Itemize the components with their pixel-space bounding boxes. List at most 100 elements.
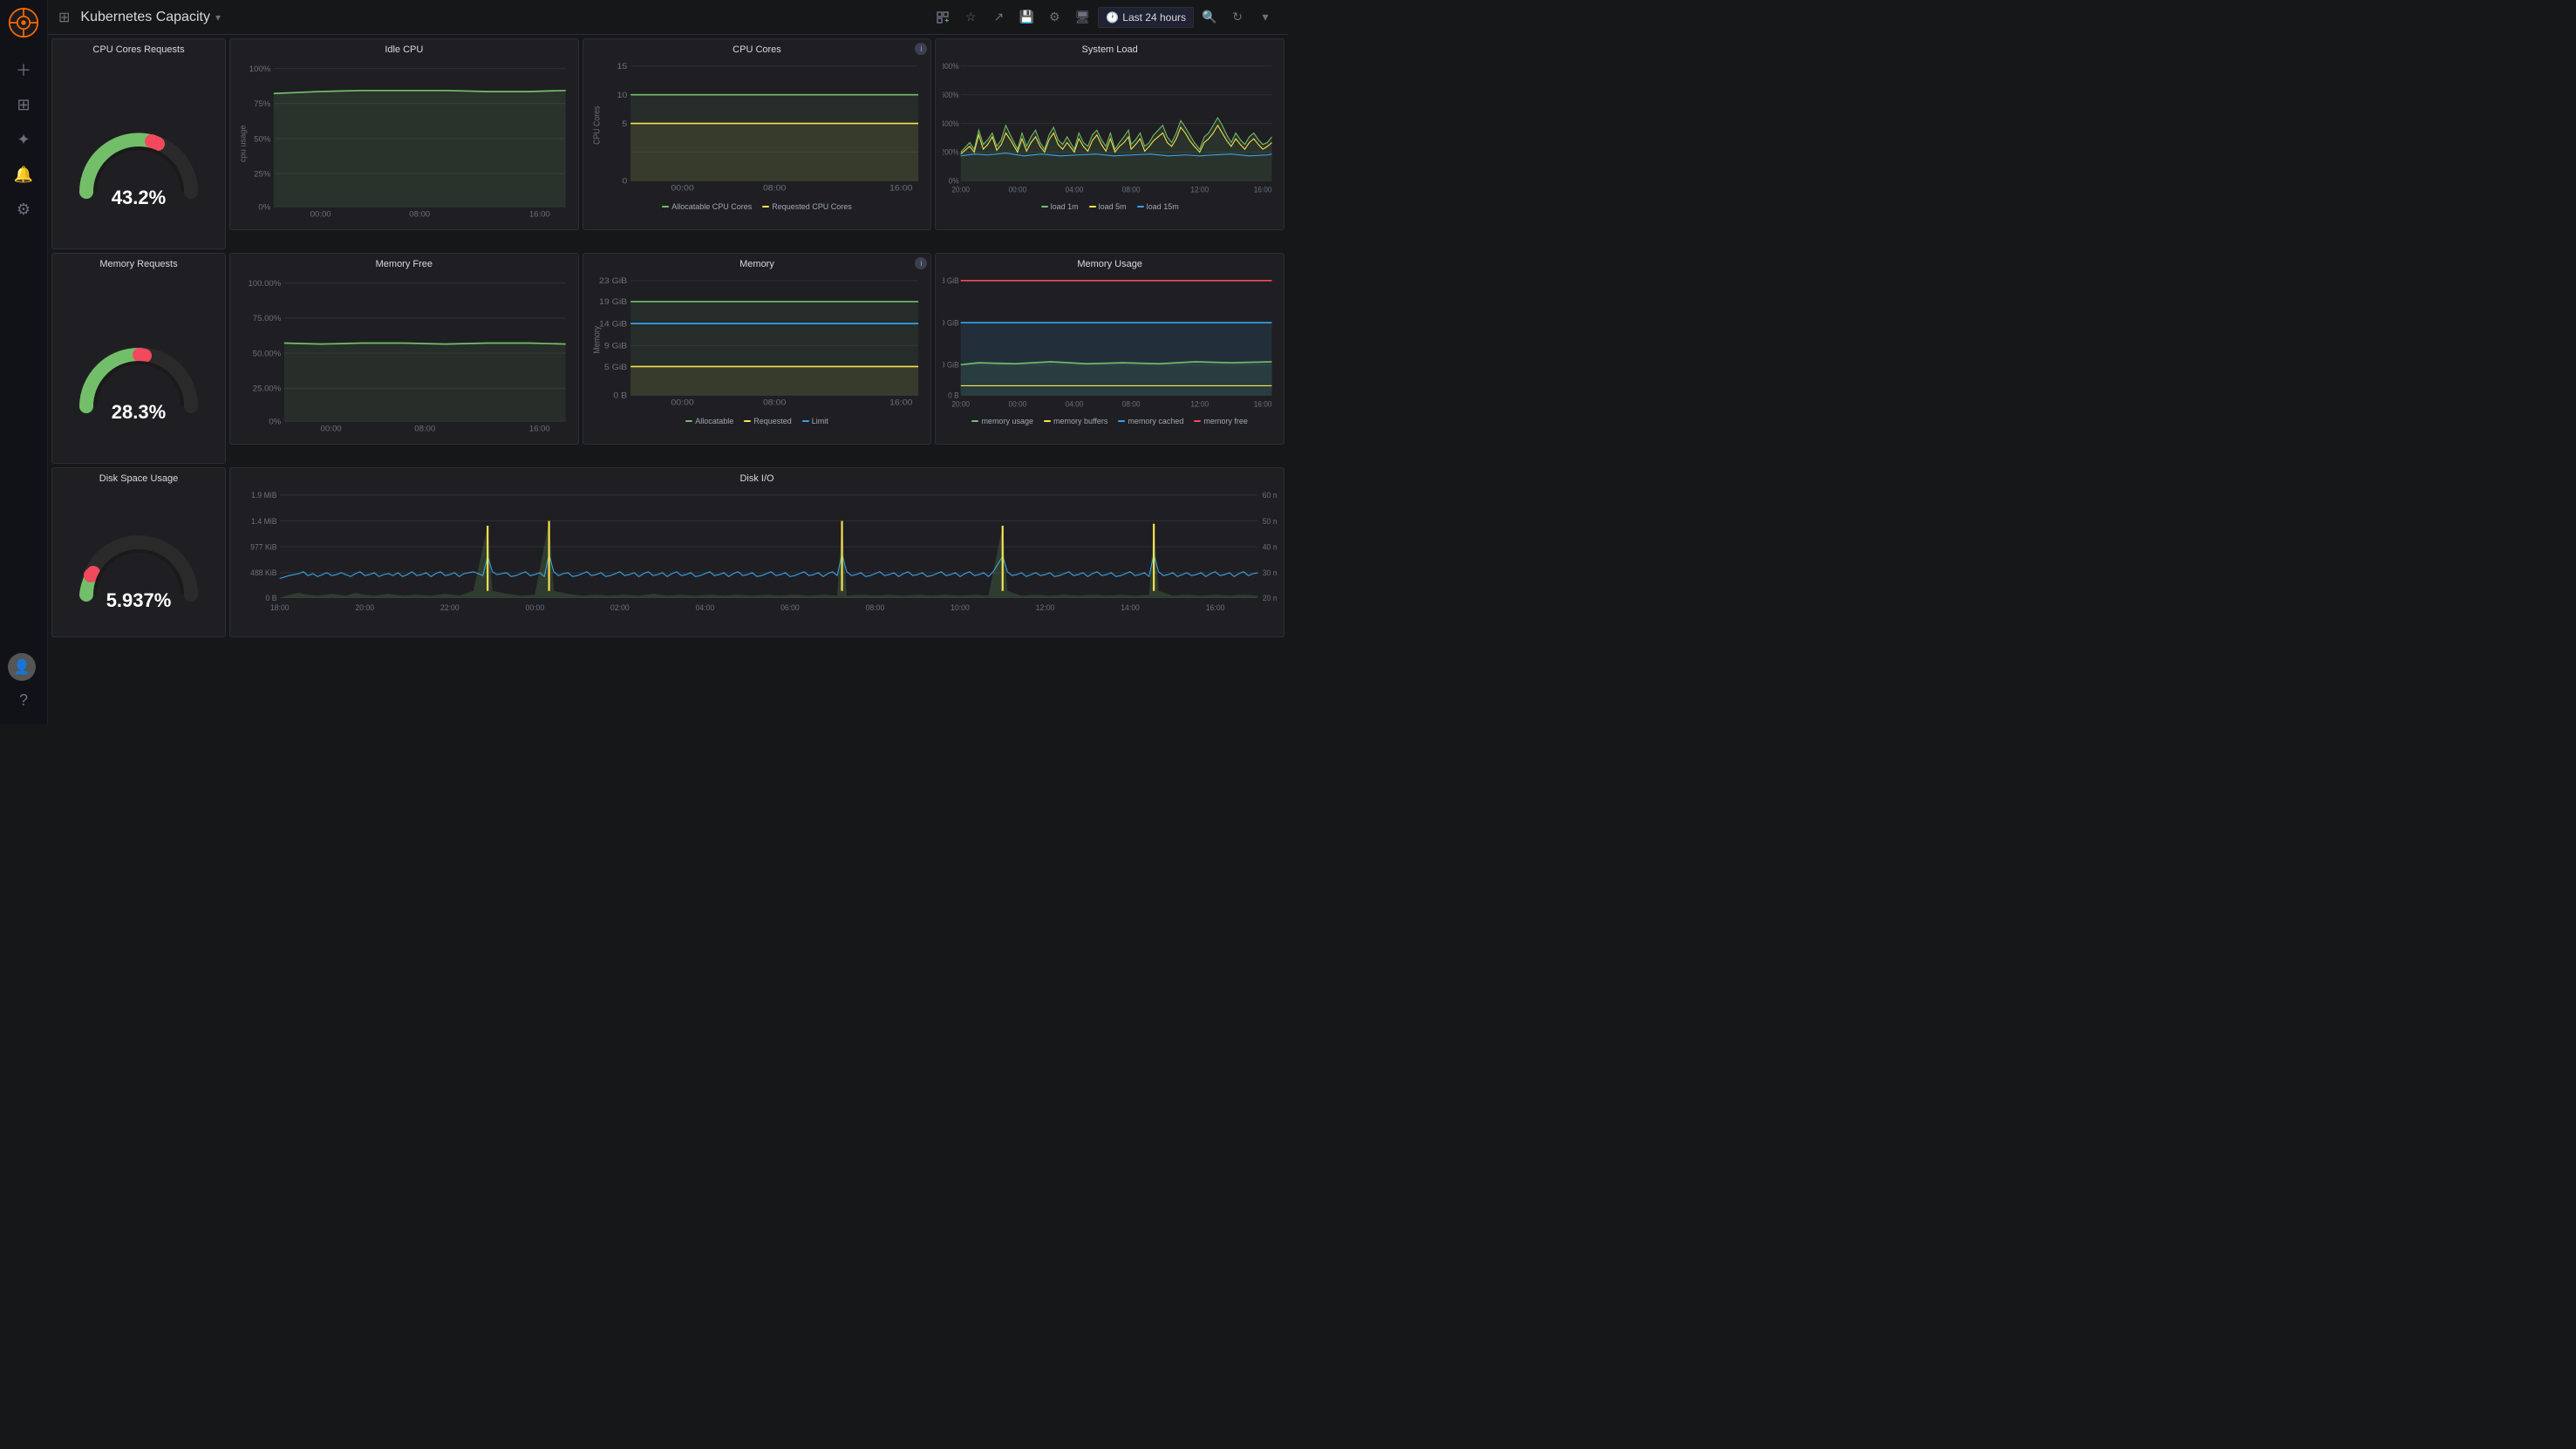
legend-color-limit-mem [802,420,809,422]
svg-text:16:00: 16:00 [1254,399,1272,408]
legend-color-req-mem [744,420,751,422]
sidebar-item-add[interactable]: ＋ [8,54,39,85]
svg-text:100.00%: 100.00% [248,279,281,288]
svg-text:18:00: 18:00 [270,603,290,612]
refresh-button[interactable]: ↻ [1225,5,1250,30]
svg-text:28 GiB: 28 GiB [943,276,959,285]
svg-text:16:00: 16:00 [889,184,913,193]
time-range-picker[interactable]: 🕐 Last 24 hours [1098,7,1194,28]
legend-load5m: load 5m [1089,202,1127,211]
svg-text:08:00: 08:00 [763,184,787,193]
panel-memory-usage: Memory Usage 28 GiB 19 GiB 9 GiB 0 B 20:… [935,253,1285,445]
refresh-dropdown[interactable]: ▾ [1253,5,1278,30]
legend-requested-cpu: Requested CPU Cores [762,202,852,211]
save-button[interactable]: 💾 [1014,5,1039,30]
svg-text:14:00: 14:00 [1121,603,1140,612]
panel-title-disk-space: Disk Space Usage [52,468,225,486]
help-icon[interactable]: ? [8,684,39,716]
legend-color-mem-cached [1118,420,1125,422]
svg-text:04:00: 04:00 [1066,185,1084,194]
legend-load1m: load 1m [1041,202,1079,211]
svg-text:0%: 0% [258,203,270,212]
panel-system-load: System Load 800% 600% 400% [935,38,1285,230]
svg-text:0 B: 0 B [266,594,277,602]
legend-mem-buffers: memory buffers [1044,417,1107,425]
svg-text:20:00: 20:00 [952,185,971,194]
gauge-value-cpu: 43.2% [112,187,166,209]
svg-text:04:00: 04:00 [1066,399,1084,408]
svg-text:08:00: 08:00 [409,210,430,219]
svg-text:cpu usage: cpu usage [238,126,247,162]
svg-text:977 KiB: 977 KiB [250,542,276,551]
sidebar-item-explore[interactable]: ✦ [8,124,39,155]
legend-color-allocatable [662,206,669,207]
gauge-container-disk: 5.937% [69,503,208,608]
main-content: ⊞ Kubernetes Capacity ▾ + ☆ ↗ 💾 ⚙ 🖥 🕐 La… [48,0,1288,724]
legend-color-load5m [1089,206,1096,207]
tv-button[interactable]: 🖥 [1070,5,1094,30]
panel-title-idle-cpu: Idle CPU [230,39,578,57]
legend-mem-cached: memory cached [1118,417,1183,425]
svg-text:CPU Cores: CPU Cores [592,105,603,144]
grafana-logo-icon[interactable] [8,7,39,38]
memory-legend: Allocatable Requested Limit [583,415,931,429]
svg-text:00:00: 00:00 [671,398,694,407]
sidebar: ＋ ⊞ ✦ 🔔 ⚙ 👤 ? [0,0,48,724]
panel-title-cpu-cores-requests: CPU Cores Requests [52,39,225,57]
svg-text:Memory: Memory [592,326,603,354]
legend-color-mem-free [1194,420,1201,422]
sidebar-item-alerting[interactable]: 🔔 [8,159,39,190]
svg-text:9 GiB: 9 GiB [604,342,627,350]
svg-text:19 GiB: 19 GiB [943,318,959,327]
share-button[interactable]: ↗ [986,5,1011,30]
topbar-actions: + ☆ ↗ 💾 ⚙ 🖥 🕐 Last 24 hours 🔍 ↻ ▾ [930,5,1278,30]
star-button[interactable]: ☆ [958,5,983,30]
svg-text:12:00: 12:00 [1036,603,1055,612]
sidebar-item-dashboard[interactable]: ⊞ [8,89,39,120]
legend-color-load1m [1041,206,1048,207]
legend-color-load15m [1137,206,1144,207]
svg-text:400%: 400% [943,119,959,128]
row-2: Memory Requests 28.3% [51,253,1285,464]
svg-text:25%: 25% [254,170,270,179]
legend-mem-usage: memory usage [971,417,1033,425]
panel-idle-cpu: Idle CPU 100% 75% 50% [229,38,579,230]
svg-text:50%: 50% [254,135,270,144]
panel-disk-io: Disk I/O 1.9 MiB 1.4 MiB 977 [229,467,1285,637]
svg-text:12:00: 12:00 [1191,185,1210,194]
system-load-chart: 800% 600% 400% 200% 0% 20:00 00:00 04:00… [943,58,1277,197]
search-button[interactable]: 🔍 [1197,5,1222,30]
svg-text:16:00: 16:00 [529,210,550,219]
memory-free-chart: 100.00% 75.00% 50.00% 25.00% 0% 00:00 08… [237,273,571,433]
panel-title-cpu-cores: CPU Cores [583,39,931,57]
svg-text:20:00: 20:00 [355,603,374,612]
gauge-value-mem: 28.3% [112,401,166,424]
svg-text:19 GiB: 19 GiB [599,298,627,307]
memory-usage-chart: 28 GiB 19 GiB 9 GiB 0 B 20:00 00:00 04:0… [943,273,1277,412]
svg-text:5 GiB: 5 GiB [604,364,627,372]
legend-load15m: load 15m [1137,202,1179,211]
legend-color-mem-buffers [1044,420,1051,422]
legend-limit-mem: Limit [802,417,828,425]
cpu-cores-chart: 15 10 5 0 00:00 08:00 16:00 [590,58,924,197]
row-3: Disk Space Usage 5.937% [51,467,1285,637]
svg-text:20 ms: 20 ms [1263,594,1277,602]
idle-cpu-chart: 100% 75% 50% 25% 0% 00:00 08:00 16:00 [237,58,571,219]
cpu-cores-legend: Allocatable CPU Cores Requested CPU Core… [583,201,931,214]
sidebar-item-settings[interactable]: ⚙ [8,194,39,225]
add-panel-button[interactable]: + [930,5,955,30]
topbar: ⊞ Kubernetes Capacity ▾ + ☆ ↗ 💾 ⚙ 🖥 🕐 La… [48,0,1288,35]
title-dropdown-icon[interactable]: ▾ [215,11,221,24]
dashboard-grid: CPU Cores Requests [48,35,1288,724]
svg-text:0 B: 0 B [613,391,627,400]
legend-color-mem-usage [971,420,978,422]
svg-text:16:00: 16:00 [1254,185,1272,194]
svg-text:10:00: 10:00 [951,603,970,612]
panel-title-memory-free: Memory Free [230,254,578,271]
settings-button[interactable]: ⚙ [1042,5,1067,30]
user-avatar[interactable]: 👤 [8,653,36,681]
svg-text:12:00: 12:00 [1191,399,1210,408]
svg-text:08:00: 08:00 [866,603,885,612]
panel-memory-free: Memory Free 100.00% 75.00% 50.00% 25.00% [229,253,579,445]
panel-memory: i Memory 23 GiB 19 GiB 14 GiB [583,253,932,445]
